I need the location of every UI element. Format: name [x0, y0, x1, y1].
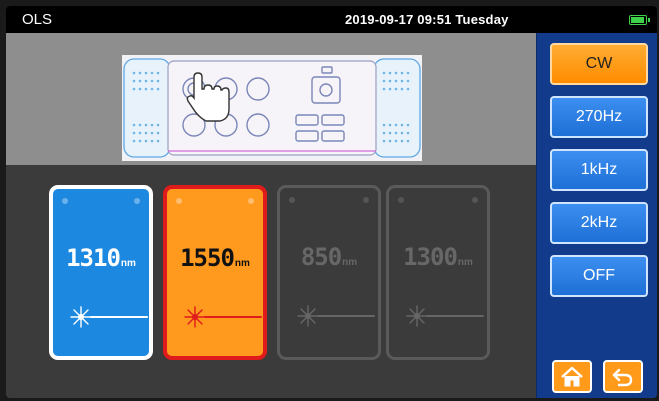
home-button[interactable]	[552, 360, 592, 393]
wavelength-card-1300: 1300nm	[386, 185, 490, 360]
indicator-dot-icon	[134, 198, 140, 204]
indicator-dot-icon	[176, 198, 182, 204]
app-window: OLS 2019-09-17 09:51 Tuesday 1310nm 1550…	[6, 6, 657, 398]
wavelength-card-1550[interactable]: 1550nm	[163, 185, 267, 360]
home-icon	[561, 366, 583, 386]
indicator-dot-icon	[472, 197, 478, 203]
device-image-panel	[6, 33, 536, 165]
status-bar: OLS 2019-09-17 09:51 Tuesday	[6, 6, 657, 33]
modulation-panel: CW 270Hz 1kHz 2kHz OFF	[536, 33, 657, 398]
device-front-panel-icon	[122, 55, 422, 161]
laser-beam-icon	[297, 305, 375, 327]
wavelength-unit: nm	[457, 257, 473, 268]
indicator-dot-icon	[62, 198, 68, 204]
wavelength-label: 850nm	[280, 243, 378, 271]
wavelength-value: 1310	[66, 244, 121, 272]
wavelength-value: 1550	[180, 244, 235, 272]
wavelength-unit: nm	[234, 258, 250, 269]
mode-button-270hz[interactable]: 270Hz	[550, 96, 648, 138]
wavelength-card-850: 850nm	[277, 185, 381, 360]
mode-button-2khz[interactable]: 2kHz	[550, 202, 648, 244]
wavelength-value: 1300	[403, 243, 458, 271]
app-title: OLS	[22, 11, 53, 28]
battery-icon	[629, 15, 650, 25]
indicator-dot-icon	[363, 197, 369, 203]
back-button[interactable]	[603, 360, 643, 393]
laser-beam-icon	[184, 306, 262, 328]
wavelength-card-1310[interactable]: 1310nm	[49, 185, 153, 360]
mode-button-cw[interactable]: CW	[550, 43, 648, 85]
mode-button-1khz[interactable]: 1kHz	[550, 149, 648, 191]
wavelength-unit: nm	[342, 257, 358, 268]
wavelength-unit: nm	[120, 258, 136, 269]
indicator-dot-icon	[248, 198, 254, 204]
wavelength-label: 1300nm	[389, 243, 487, 271]
wavelength-label: 1310nm	[53, 244, 149, 272]
indicator-dot-icon	[289, 197, 295, 203]
laser-beam-icon	[406, 305, 484, 327]
wavelength-label: 1550nm	[167, 244, 263, 272]
indicator-dot-icon	[398, 197, 404, 203]
datetime: 2019-09-17 09:51 Tuesday	[345, 12, 509, 27]
laser-beam-icon	[70, 306, 148, 328]
wavelength-value: 850	[300, 243, 342, 271]
back-arrow-icon	[612, 368, 633, 386]
mode-button-off[interactable]: OFF	[550, 255, 648, 297]
